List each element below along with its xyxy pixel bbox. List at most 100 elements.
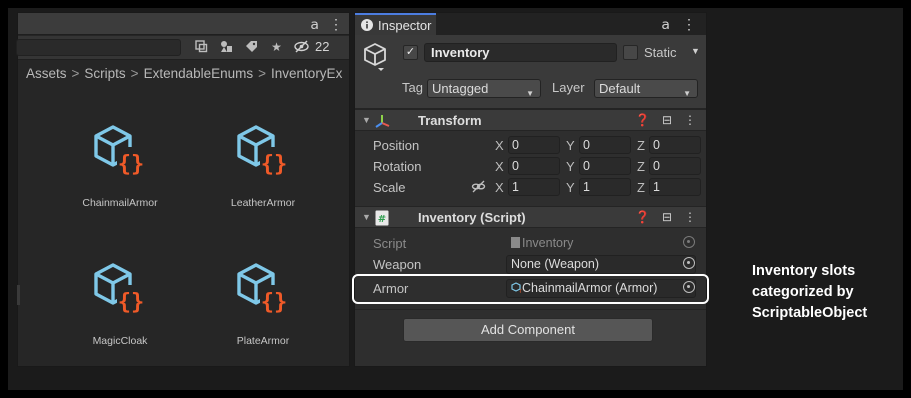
lock-icon[interactable]: 𝖺	[661, 16, 670, 33]
static-dropdown-caret-icon[interactable]: ▼	[691, 46, 700, 56]
add-component-button[interactable]: Add Component	[403, 318, 653, 342]
breadcrumb: Assets > Scripts > ExtendableEnums > Inventory…	[26, 66, 351, 81]
help-icon[interactable]: ❓	[635, 210, 650, 224]
presets-sliders-icon[interactable]: ⊟	[662, 113, 672, 127]
asset-label: ChainmailArmor	[82, 197, 158, 209]
breadcrumb-separator: >	[258, 66, 267, 81]
filter-by-type-icon[interactable]	[219, 39, 234, 54]
axis-y-label: Y	[566, 180, 575, 195]
script-value: Inventory	[522, 236, 574, 250]
gameobject-cube-icon[interactable]	[362, 41, 394, 73]
scale-label: Scale	[373, 180, 406, 195]
breadcrumb-item-scripts[interactable]: Scripts	[84, 66, 125, 81]
transform-component-header[interactable]: ▼ Transform ❓ ⊟ ⋮	[355, 109, 706, 131]
gameobject-header: ✓ Inventory Static ▼ Tag Untagged ▼ Laye…	[355, 35, 706, 109]
scale-y-field[interactable]: 1	[579, 178, 631, 196]
inventory-script-component-header[interactable]: ▼ # Inventory (Script) ❓ ⊟ ⋮	[355, 206, 706, 228]
transform-title: Transform	[418, 113, 482, 128]
tag-value: Untagged	[432, 81, 489, 96]
rotation-label: Rotation	[373, 159, 422, 174]
constrain-proportions-link-icon[interactable]	[471, 179, 486, 197]
project-search-input[interactable]	[16, 39, 181, 56]
object-picker-icon	[683, 236, 695, 248]
weapon-row: Weapon None (Weapon)	[355, 255, 706, 274]
rotation-y-field[interactable]: 0	[579, 157, 631, 175]
tab-inspector[interactable]: Inspector	[355, 13, 436, 35]
rotation-x-field[interactable]: 0	[508, 157, 560, 175]
project-toolbar: ★ 22	[16, 36, 349, 60]
more-options-icon[interactable]: ⋮	[682, 16, 696, 33]
position-label: Position	[373, 138, 420, 153]
lock-icon[interactable]: 𝖺	[310, 16, 319, 33]
presets-sliders-icon[interactable]: ⊟	[662, 210, 672, 224]
scriptable-object-icon: {}	[237, 263, 288, 315]
asset-item-magiccloak[interactable]: {} MagicCloak	[65, 263, 175, 347]
scriptable-object-icon: {}	[237, 125, 288, 177]
project-header: 𝖺 ⋮	[18, 13, 349, 35]
favorites-star-icon[interactable]: ★	[269, 39, 284, 54]
asset-item-chainmailarmor[interactable]: {} ChainmailArmor	[65, 125, 175, 209]
more-options-icon[interactable]: ⋮	[684, 210, 696, 224]
tag-label: Tag	[402, 80, 423, 95]
axis-z-label: Z	[637, 138, 645, 153]
position-y-field[interactable]: 0	[579, 136, 631, 154]
breadcrumb-item-inventoryex[interactable]: InventoryEx	[271, 66, 342, 81]
csharp-script-icon: #	[375, 210, 389, 226]
info-icon	[361, 19, 373, 31]
rotation-z-field[interactable]: 0	[649, 157, 701, 175]
more-options-icon[interactable]: ⋮	[329, 16, 343, 33]
svg-text:{}: {}	[261, 152, 288, 177]
axis-x-label: X	[495, 138, 504, 153]
script-field: Inventory	[506, 234, 696, 253]
active-checkbox[interactable]: ✓	[403, 45, 418, 60]
position-z-field[interactable]: 0	[649, 136, 701, 154]
layer-value: Default	[599, 81, 641, 96]
static-label: Static	[644, 45, 677, 60]
gameobject-name-field[interactable]: Inventory	[424, 43, 617, 62]
svg-text:{}: {}	[118, 152, 145, 177]
svg-text:#: #	[378, 214, 386, 225]
create-icon[interactable]	[194, 39, 209, 54]
scale-x-field[interactable]: 1	[508, 178, 560, 196]
position-row: Position X 0 Y 0 Z 0	[355, 136, 706, 155]
axis-x-label: X	[495, 159, 504, 174]
breadcrumb-separator: >	[71, 66, 80, 81]
callout-annotation: Inventory slots categorized by Scriptabl…	[752, 261, 867, 324]
position-x-field[interactable]: 0	[508, 136, 560, 154]
foldout-arrow-icon[interactable]: ▼	[362, 115, 371, 125]
script-file-icon	[511, 237, 520, 248]
asset-item-platearmor[interactable]: {} PlateArmor	[208, 263, 318, 347]
armor-row-highlight	[352, 274, 709, 304]
help-icon[interactable]: ❓	[635, 113, 650, 127]
transform-axes-icon	[375, 115, 390, 128]
svg-text:{}: {}	[261, 290, 288, 315]
breadcrumb-item-extendableenums[interactable]: ExtendableEnums	[144, 66, 254, 81]
axis-z-label: Z	[637, 159, 645, 174]
filter-by-label-icon[interactable]	[244, 39, 259, 54]
panel-resize-handle[interactable]	[17, 285, 20, 305]
more-options-icon[interactable]: ⋮	[684, 113, 696, 127]
component-divider	[355, 309, 706, 310]
callout-line: ScriptableObject	[752, 305, 868, 321]
inspector-panel: Inspector 𝖺 ⋮ ✓ Inventory Static ▼ Tag U…	[354, 12, 707, 367]
axis-x-label: X	[495, 180, 504, 195]
hidden-packages-count: 22	[315, 39, 330, 54]
object-picker-icon[interactable]	[683, 257, 695, 269]
hidden-packages-eye-icon[interactable]	[294, 39, 309, 54]
weapon-object-field[interactable]: None (Weapon)	[506, 255, 696, 274]
asset-item-leatherarmor[interactable]: {} LeatherArmor	[208, 125, 318, 209]
project-panel: 𝖺 ⋮ ★ 22 Assets > Scripts > ExtendableEn…	[16, 12, 351, 367]
chevron-down-icon: ▼	[526, 89, 534, 98]
foldout-arrow-icon[interactable]: ▼	[362, 212, 371, 222]
screenshot-stage: 𝖺 ⋮ ★ 22 Assets > Scripts > ExtendableEn…	[0, 0, 911, 398]
breadcrumb-item-assets[interactable]: Assets	[26, 66, 67, 81]
layer-dropdown[interactable]: Default ▼	[594, 79, 698, 98]
layer-label: Layer	[552, 80, 585, 95]
scale-z-field[interactable]: 1	[649, 178, 701, 196]
callout-line: Inventory slots	[752, 263, 856, 279]
asset-label: LeatherArmor	[230, 197, 296, 209]
svg-text:{}: {}	[118, 290, 145, 315]
static-checkbox[interactable]	[623, 45, 638, 60]
tag-dropdown[interactable]: Untagged ▼	[427, 79, 541, 98]
scriptable-object-icon: {}	[94, 263, 145, 315]
